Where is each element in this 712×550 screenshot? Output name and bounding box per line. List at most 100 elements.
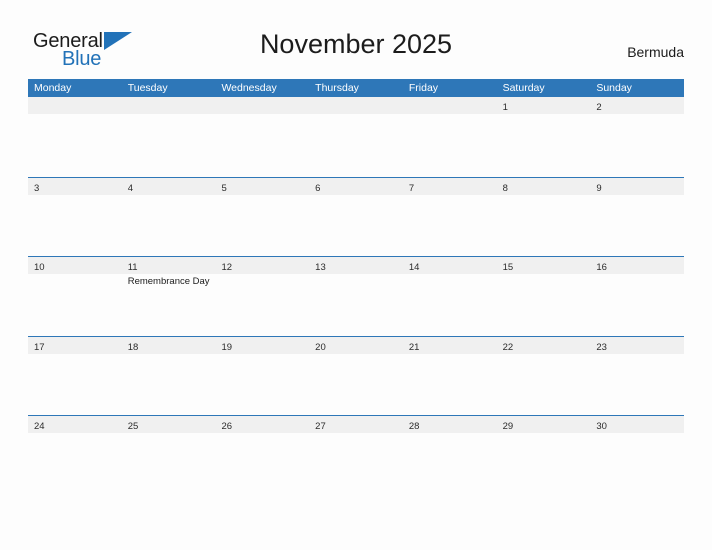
day-cell[interactable] [28, 97, 122, 114]
day-cell[interactable] [403, 97, 497, 114]
day-cell[interactable]: 4 [122, 178, 216, 195]
calendar-week-row: 12 [28, 97, 684, 177]
day-cell[interactable]: 3 [28, 178, 122, 195]
day-cell[interactable]: 23 [590, 337, 684, 354]
week-date-band: 17 18 19 20 21 22 23 [28, 336, 684, 354]
day-cell[interactable] [215, 97, 309, 114]
day-event-cell[interactable] [28, 274, 122, 336]
day-cell[interactable]: 28 [403, 416, 497, 433]
day-number: 29 [502, 421, 514, 432]
day-event-cell[interactable] [590, 114, 684, 176]
day-cell[interactable] [309, 97, 403, 114]
day-event-cell[interactable] [309, 433, 403, 495]
day-event-cell[interactable] [590, 274, 684, 336]
week-date-band: 10 11 12 13 14 15 16 [28, 257, 684, 274]
day-event-cell[interactable] [309, 354, 403, 416]
day-event-cell[interactable] [215, 433, 309, 495]
day-cell[interactable]: 24 [28, 416, 122, 433]
day-number: 19 [221, 341, 233, 353]
day-event-cell[interactable] [403, 195, 497, 257]
holiday-event: Remembrance Day [127, 276, 210, 287]
day-event-cell[interactable] [215, 114, 309, 176]
day-cell[interactable]: 27 [309, 416, 403, 433]
day-event-cell[interactable] [122, 195, 216, 257]
day-number: 24 [34, 421, 45, 432]
day-cell[interactable]: 20 [309, 337, 403, 354]
day-event-cell[interactable] [215, 274, 309, 336]
week-event-band [28, 114, 684, 176]
week-event-band [28, 354, 684, 416]
weekday-header-wednesday: Wednesday [221, 82, 277, 94]
day-cell[interactable]: 6 [309, 178, 403, 195]
day-event-cell[interactable]: Remembrance Day [122, 274, 216, 336]
day-cell[interactable]: 29 [497, 416, 591, 433]
day-number: 12 [221, 262, 233, 273]
day-cell[interactable]: 16 [590, 257, 684, 274]
day-cell[interactable] [122, 97, 216, 114]
day-event-cell[interactable] [590, 433, 684, 495]
day-cell[interactable]: 19 [215, 337, 309, 354]
day-event-cell[interactable] [590, 354, 684, 416]
day-event-cell[interactable] [497, 114, 591, 176]
day-event-cell[interactable] [309, 114, 403, 176]
day-event-cell[interactable] [309, 195, 403, 257]
day-cell[interactable]: 30 [590, 416, 684, 433]
day-event-cell[interactable] [215, 354, 309, 416]
day-number: 16 [596, 262, 607, 273]
day-cell[interactable]: 25 [122, 416, 216, 433]
weekday-header-friday: Friday [408, 82, 439, 94]
day-cell[interactable]: 21 [403, 337, 497, 354]
day-number: 7 [408, 182, 415, 194]
day-event-cell[interactable] [122, 354, 216, 416]
day-event-cell[interactable] [122, 114, 216, 176]
day-cell[interactable]: 5 [215, 178, 309, 195]
day-event-cell[interactable] [309, 274, 403, 336]
day-event-cell[interactable] [497, 433, 591, 495]
week-event-band [28, 195, 684, 257]
day-cell[interactable]: 12 [215, 257, 309, 274]
day-event-cell[interactable] [590, 195, 684, 257]
day-event-cell[interactable] [403, 433, 497, 495]
day-number: 14 [408, 262, 420, 273]
day-cell[interactable]: 13 [309, 257, 403, 274]
calendar-weeks: 1 2 3 4 5 6 7 8 9 10 11 12 13 14 15 16 Remembrance Day 17… [28, 97, 684, 495]
day-cell[interactable]: 9 [590, 178, 684, 195]
day-event-cell[interactable] [403, 114, 497, 176]
day-number: 5 [221, 182, 227, 194]
day-event-cell[interactable] [215, 195, 309, 257]
day-event-cell[interactable] [28, 433, 122, 495]
day-event-cell[interactable] [28, 114, 122, 176]
day-cell[interactable]: 22 [497, 337, 591, 354]
day-event-cell[interactable] [497, 195, 591, 257]
calendar-week-row: 3 4 5 6 7 8 9 [28, 176, 684, 257]
day-cell[interactable]: 8 [497, 178, 591, 195]
day-cell[interactable]: 10 [28, 257, 122, 274]
day-cell[interactable]: 26 [215, 416, 309, 433]
day-cell[interactable]: 14 [403, 257, 497, 274]
day-event-cell[interactable] [28, 195, 122, 257]
day-cell[interactable]: 1 [497, 97, 591, 114]
day-cell[interactable]: 18 [122, 337, 216, 354]
day-event-cell[interactable] [28, 354, 122, 416]
day-number: 26 [221, 421, 233, 432]
day-number: 10 [34, 262, 45, 273]
day-event-cell[interactable] [403, 354, 497, 416]
day-cell[interactable]: 17 [28, 337, 122, 354]
week-date-band: 24 25 26 27 28 29 30 [28, 416, 684, 433]
day-cell[interactable]: 15 [497, 257, 591, 274]
country-label: Bermuda [627, 44, 684, 60]
day-number: 11 [127, 262, 138, 273]
day-event-cell[interactable] [122, 433, 216, 495]
day-number: 30 [596, 421, 607, 432]
day-cell[interactable]: 7 [403, 178, 497, 195]
day-event-cell[interactable] [403, 274, 497, 336]
day-number: 23 [596, 341, 607, 353]
day-event-cell[interactable] [497, 274, 591, 336]
weekday-header-saturday: Saturday [502, 82, 545, 94]
weekday-header-row: Monday Tuesday Wednesday Thursday Friday Satu… [28, 79, 684, 97]
day-cell[interactable]: 2 [590, 97, 684, 114]
day-number: 2 [596, 102, 602, 113]
calendar-week-row: 17 18 19 20 21 22 23 [28, 335, 684, 416]
day-cell[interactable]: 11 [122, 257, 216, 274]
day-event-cell[interactable] [497, 354, 591, 416]
